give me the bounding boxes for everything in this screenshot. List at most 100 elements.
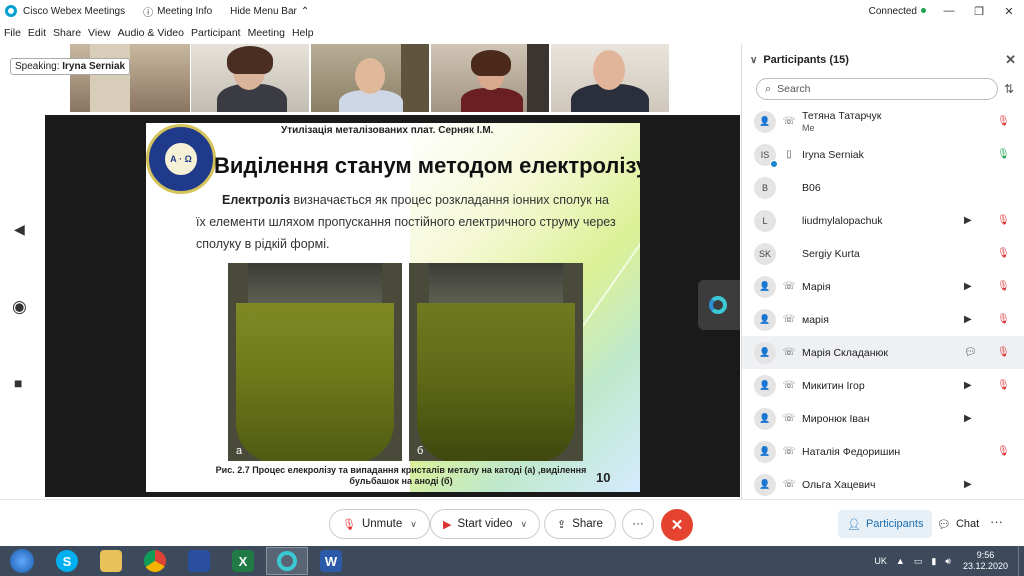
menu-share[interactable]: Share xyxy=(53,27,81,39)
connected-dot-icon xyxy=(921,8,926,14)
end-meeting-button[interactable]: ✕ xyxy=(661,509,693,541)
menu-help[interactable]: Help xyxy=(292,27,314,39)
taskbar-webex[interactable] xyxy=(266,547,308,575)
minimize-button[interactable]: — xyxy=(934,5,964,17)
participants-label: Participants xyxy=(865,518,924,530)
video-camera-icon: ▶︎ xyxy=(964,314,972,325)
taskbar-explorer[interactable] xyxy=(90,547,132,575)
participants-header: ∨ Participants (15) ✕ xyxy=(742,44,1024,76)
video-camera-icon: ▶︎ xyxy=(964,413,972,424)
participant-row[interactable]: 👤 ☏ Миронюк Іван ▶︎ xyxy=(742,402,1024,435)
video-tile-participant-3[interactable] xyxy=(431,44,549,112)
close-panel-icon[interactable]: ✕ xyxy=(1005,52,1016,68)
muted-mic-icon: 🎙︎ xyxy=(997,281,1010,292)
share-label: Share xyxy=(572,518,603,530)
muted-mic-icon: 🎙︎ xyxy=(342,518,356,531)
chrome-icon xyxy=(144,550,166,572)
participant-row[interactable]: 👤 ☏ марія ▶︎ 🎙︎ xyxy=(742,303,1024,336)
menu-file[interactable]: File xyxy=(4,27,21,39)
start-video-button[interactable]: ▶︎ Start video ∨ xyxy=(430,509,541,539)
restore-button[interactable]: ❐ xyxy=(964,5,994,18)
volume-icon[interactable]: 🔊︎ xyxy=(945,556,951,567)
info-icon: ⓘ xyxy=(143,7,154,19)
chevron-up-icon: ⌃ xyxy=(300,5,310,17)
clock-time: 9:56 xyxy=(976,550,995,560)
participant-row[interactable]: 👤 ☏ Марія Складанюк 💬︎ 🎙︎ xyxy=(742,336,1024,369)
share-icon: ⇪ xyxy=(557,518,567,531)
menu-meeting[interactable]: Meeting xyxy=(248,27,285,39)
menu-view[interactable]: View xyxy=(88,27,111,39)
video-tile-participant-4[interactable] xyxy=(551,44,669,112)
meeting-controls-bar: 🎙︎ Unmute ∨ ▶︎ Start video ∨ ⇪ Share ···… xyxy=(0,499,1024,546)
close-window-button[interactable]: ✕ xyxy=(994,5,1024,18)
avatar-initials: SK xyxy=(758,248,771,259)
muted-mic-icon: 🎙︎ xyxy=(997,248,1010,259)
start-button[interactable] xyxy=(0,547,44,575)
share-button[interactable]: ⇪ Share xyxy=(544,509,616,539)
avatar-initials: L xyxy=(762,215,768,226)
avatar: 👤 xyxy=(754,275,776,298)
participant-row[interactable]: B B06 xyxy=(742,171,1024,204)
participant-row[interactable]: L liudmylalopachuk ▶︎ 🎙︎ xyxy=(742,204,1024,237)
participant-sub-label: Me xyxy=(802,123,815,133)
printer-icon[interactable]: ▭ xyxy=(914,556,923,567)
floppy-disk-icon xyxy=(188,550,210,572)
participant-name: Iryna Serniak xyxy=(802,148,864,161)
taskbar-save-app[interactable] xyxy=(178,547,220,575)
excel-icon: X xyxy=(232,550,254,572)
photo-label-a: а xyxy=(236,445,243,457)
tray-up-arrow-icon[interactable]: ▲ xyxy=(896,556,905,566)
taskbar-skype[interactable]: S xyxy=(46,547,88,575)
menu-edit[interactable]: Edit xyxy=(28,27,46,39)
stop-icon[interactable]: ■ xyxy=(14,375,22,391)
participant-row[interactable]: 👤 ☏ Марія ▶︎ 🎙︎ xyxy=(742,270,1024,303)
video-camera-icon: ▶︎ xyxy=(964,380,972,391)
slide-controls: ◀ ◉ ■ xyxy=(0,115,45,497)
language-indicator[interactable]: UK xyxy=(874,556,887,566)
participants-button[interactable]: 👤︎ Participants xyxy=(838,510,933,538)
taskbar-word[interactable]: W xyxy=(310,547,352,575)
hide-menu-bar-button[interactable]: Hide Menu Bar ⌃ xyxy=(230,6,313,17)
participant-name: liudmylalopachuk xyxy=(802,214,883,227)
participant-name: Наталія Федоришин xyxy=(802,445,901,458)
record-icon[interactable]: ◉ xyxy=(12,297,27,317)
menu-participant[interactable]: Participant xyxy=(191,27,241,39)
chat-bubble-icon[interactable]: 💬︎ xyxy=(964,347,977,358)
collapse-chevron-icon[interactable]: ∨ xyxy=(750,55,757,66)
webex-logo-icon xyxy=(5,5,17,17)
video-tile-participant-1[interactable] xyxy=(191,44,309,112)
more-options-button[interactable]: ··· xyxy=(622,509,654,539)
meeting-info-button[interactable]: ⓘ Meeting Info xyxy=(143,4,212,19)
video-tile-room[interactable] xyxy=(70,44,190,112)
participant-search-input[interactable]: ⌕ Search xyxy=(756,78,998,100)
photo-label-b: б xyxy=(417,445,424,457)
clock[interactable]: 9:56 23.12.2020 xyxy=(963,550,1008,572)
taskbar-chrome[interactable] xyxy=(134,547,176,575)
show-desktop-button[interactable] xyxy=(1018,546,1024,576)
system-tray: UK ▲ ▭ ▮ 🔊︎ 9:56 23.12.2020 xyxy=(865,546,1024,576)
clock-date: 23.12.2020 xyxy=(962,561,1008,571)
share-panel-toggle[interactable] xyxy=(698,280,740,330)
participant-row[interactable]: 👤 ☏ Тетяна Татарчук Me 🎙︎ xyxy=(742,105,1024,138)
hide-menu-label: Hide Menu Bar xyxy=(230,5,297,17)
sort-list-icon[interactable]: ⇅ xyxy=(1004,82,1014,96)
menu-audio-video[interactable]: Audio & Video xyxy=(118,27,184,39)
connection-status: Connected xyxy=(869,6,926,17)
chevron-down-icon[interactable]: ∨ xyxy=(410,519,417,530)
previous-slide-icon[interactable]: ◀ xyxy=(14,221,25,238)
participant-row[interactable]: 👤 ☏ Микитин Ігор ▶︎ 🎙︎ xyxy=(742,369,1024,402)
taskbar-excel[interactable]: X xyxy=(222,547,264,575)
participant-row[interactable]: 👤 ☏ Наталія Федоришин 🎙︎ xyxy=(742,435,1024,468)
chat-button[interactable]: 💬︎ Chat xyxy=(928,510,988,538)
participants-title: Participants (15) xyxy=(763,54,849,66)
mobile-device-icon: ▯ xyxy=(786,149,792,160)
unmute-button[interactable]: 🎙︎ Unmute ∨ xyxy=(329,509,430,539)
participant-row[interactable]: IS ▯ Iryna Serniak 🎙︎ xyxy=(742,138,1024,171)
participant-row[interactable]: SK Sergiy Kurta 🎙︎ xyxy=(742,237,1024,270)
network-icon[interactable]: ▮ xyxy=(931,556,936,567)
chevron-down-icon[interactable]: ∨ xyxy=(520,519,527,530)
phone-audio-icon: ☏ xyxy=(782,314,796,325)
participant-row[interactable]: 👤 ☏ Ольга Хацевич ▶︎ xyxy=(742,468,1024,501)
video-tile-participant-2[interactable] xyxy=(311,44,429,112)
panel-more-icon[interactable]: ··· xyxy=(990,514,1003,529)
